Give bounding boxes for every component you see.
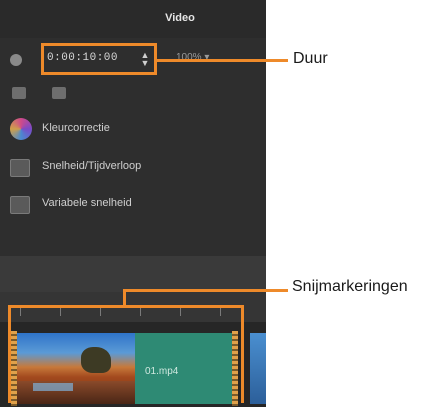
panel-header: Video (0, 0, 266, 38)
rotate-left-icon[interactable] (12, 87, 26, 99)
variable-speed-icon (10, 196, 30, 214)
feature-label: Snelheid/Tijdverloop (42, 160, 142, 172)
duration-callout-line (157, 59, 288, 62)
next-clip[interactable] (250, 333, 266, 404)
rotate-right-icon[interactable] (52, 87, 66, 99)
duration-highlight-box (41, 43, 157, 75)
feature-label: Variabele snelheid (42, 197, 132, 209)
trim-callout-line (123, 289, 288, 292)
feature-speed[interactable]: Snelheid/Tijdverloop (10, 156, 250, 178)
speed-icon (10, 159, 30, 177)
panel-divider-band (0, 256, 266, 292)
annotated-screenshot: Video 0:00:10:00 ▲ ▼ 100% ▾ Kleurcorrect… (0, 0, 439, 407)
feature-color-correction[interactable]: Kleurcorrectie (10, 118, 250, 140)
trim-callout-stem (123, 291, 126, 306)
trim-markers-highlight-box (8, 305, 244, 403)
feature-label: Kleurcorrectie (42, 122, 110, 134)
color-wheel-icon (10, 118, 32, 140)
duration-clock-icon (10, 54, 22, 66)
feature-variable-speed[interactable]: Variabele snelheid (10, 193, 250, 215)
panel-title: Video (165, 12, 195, 24)
duration-callout-label: Duur (293, 50, 328, 67)
trim-markers-callout-label: Snijmarkeringen (292, 278, 408, 295)
